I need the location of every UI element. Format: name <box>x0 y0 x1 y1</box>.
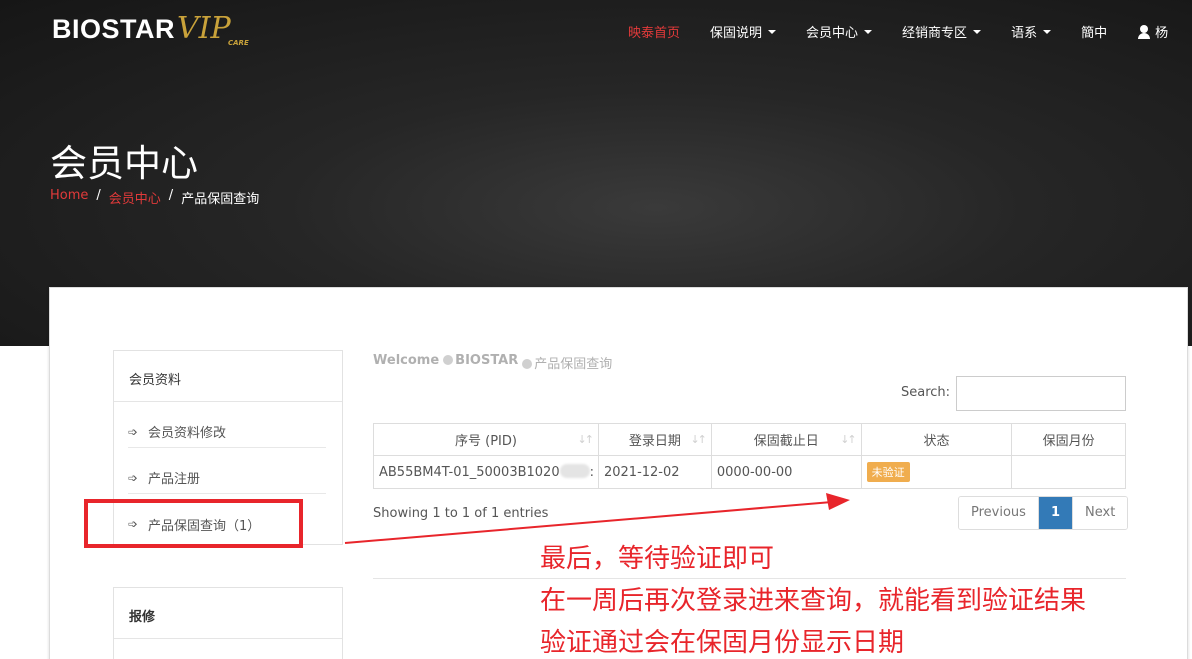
annotation-line: 最后，等待验证即可 <box>540 544 775 574</box>
arrow-head <box>826 493 850 510</box>
arrow-line <box>344 501 833 544</box>
annotation-line: 验证通过会在保固月份显示日期 <box>540 628 905 658</box>
annotation-line: 在一周后再次登录进来查询，就能看到验证结果 <box>540 586 1087 616</box>
annotation-note: 最后，等待验证即可 在一周后再次登录进来查询，就能看到验证结果 验证通过会在保固… <box>540 538 1086 659</box>
